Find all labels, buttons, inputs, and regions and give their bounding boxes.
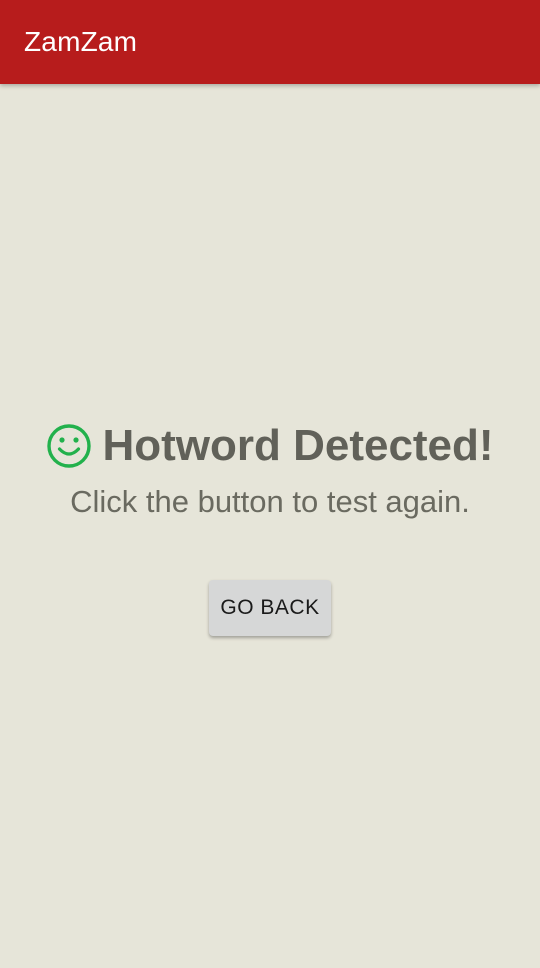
- status-message: Click the button to test again.: [70, 484, 470, 519]
- main-content: Hotword Detected! Click the button to te…: [0, 84, 540, 968]
- status-headline: Hotword Detected!: [0, 420, 540, 472]
- smiley-icon: [47, 424, 92, 468]
- headline-text: Hotword Detected!: [102, 421, 494, 470]
- go-back-button[interactable]: GO BACK: [209, 580, 331, 636]
- app-title: ZamZam: [24, 26, 138, 57]
- app-bar: ZamZam: [0, 0, 540, 84]
